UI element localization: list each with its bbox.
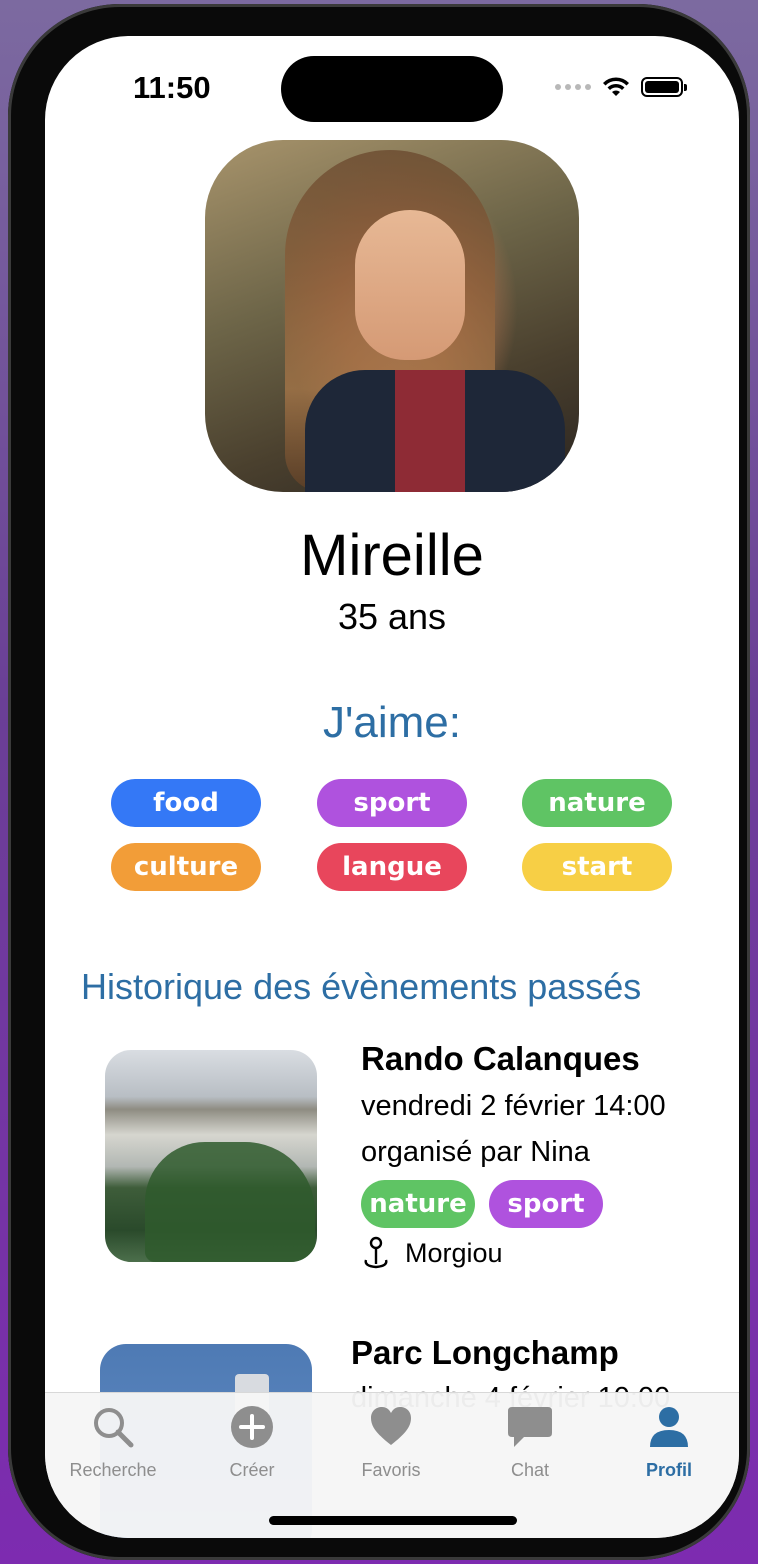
tab-label: Favoris xyxy=(361,1460,421,1480)
home-indicator[interactable] xyxy=(269,1516,517,1525)
tag-langue[interactable]: langue xyxy=(317,843,467,891)
event-location-label: Morgiou xyxy=(405,1237,503,1268)
event-tag-nature[interactable]: nature xyxy=(361,1180,475,1228)
event-title[interactable]: Parc Longchamp xyxy=(351,1334,619,1372)
tag-start[interactable]: start xyxy=(522,843,672,891)
tag-culture[interactable]: culture xyxy=(111,843,261,891)
tab-label: Chat xyxy=(510,1460,550,1480)
tab-profil[interactable]: Profil xyxy=(609,1405,729,1481)
tag-nature[interactable]: nature xyxy=(522,779,672,827)
tag-food[interactable]: food xyxy=(111,779,261,827)
dynamic-island xyxy=(281,56,503,122)
status-icons xyxy=(555,76,687,98)
person-icon xyxy=(650,1407,688,1447)
event-title[interactable]: Rando Calanques xyxy=(361,1040,640,1078)
tab-label: Recherche xyxy=(69,1460,157,1480)
phone-frame: 11:50 Mireille 35 ans J'aime: food sport… xyxy=(8,4,750,1560)
tab-favoris[interactable]: Favoris xyxy=(331,1405,451,1481)
profile-photo xyxy=(205,140,579,492)
heart-icon xyxy=(371,1407,411,1445)
event-image-calanques[interactable] xyxy=(105,1050,317,1262)
battery-icon xyxy=(641,77,687,97)
chat-bubble-icon xyxy=(508,1407,552,1447)
tab-label: Profil xyxy=(645,1460,692,1480)
signal-icon xyxy=(555,84,591,90)
wifi-icon xyxy=(603,77,629,96)
history-title: Historique des évènements passés xyxy=(81,966,642,1007)
tab-recherche[interactable]: Recherche xyxy=(53,1405,173,1481)
status-time: 11:50 xyxy=(133,70,211,105)
plus-circle-icon xyxy=(231,1406,273,1448)
map-pin-icon xyxy=(364,1236,388,1269)
likes-title: J'aime: xyxy=(323,698,461,747)
screen: 11:50 Mireille 35 ans J'aime: food sport… xyxy=(45,36,739,1538)
event-organizer: organisé par Nina xyxy=(361,1136,590,1168)
magnifier-icon xyxy=(94,1408,134,1448)
event-tag-sport[interactable]: sport xyxy=(489,1180,603,1228)
event-location: Morgiou xyxy=(361,1236,503,1270)
tab-chat[interactable]: Chat xyxy=(470,1405,590,1481)
tab-label: Créer xyxy=(229,1460,275,1480)
tag-sport[interactable]: sport xyxy=(317,779,467,827)
event-date: vendredi 2 février 14:00 xyxy=(361,1090,666,1122)
profile-age: 35 ans xyxy=(337,596,447,637)
profile-name: Mireille xyxy=(300,523,484,588)
tab-creer[interactable]: Créer xyxy=(192,1405,312,1481)
